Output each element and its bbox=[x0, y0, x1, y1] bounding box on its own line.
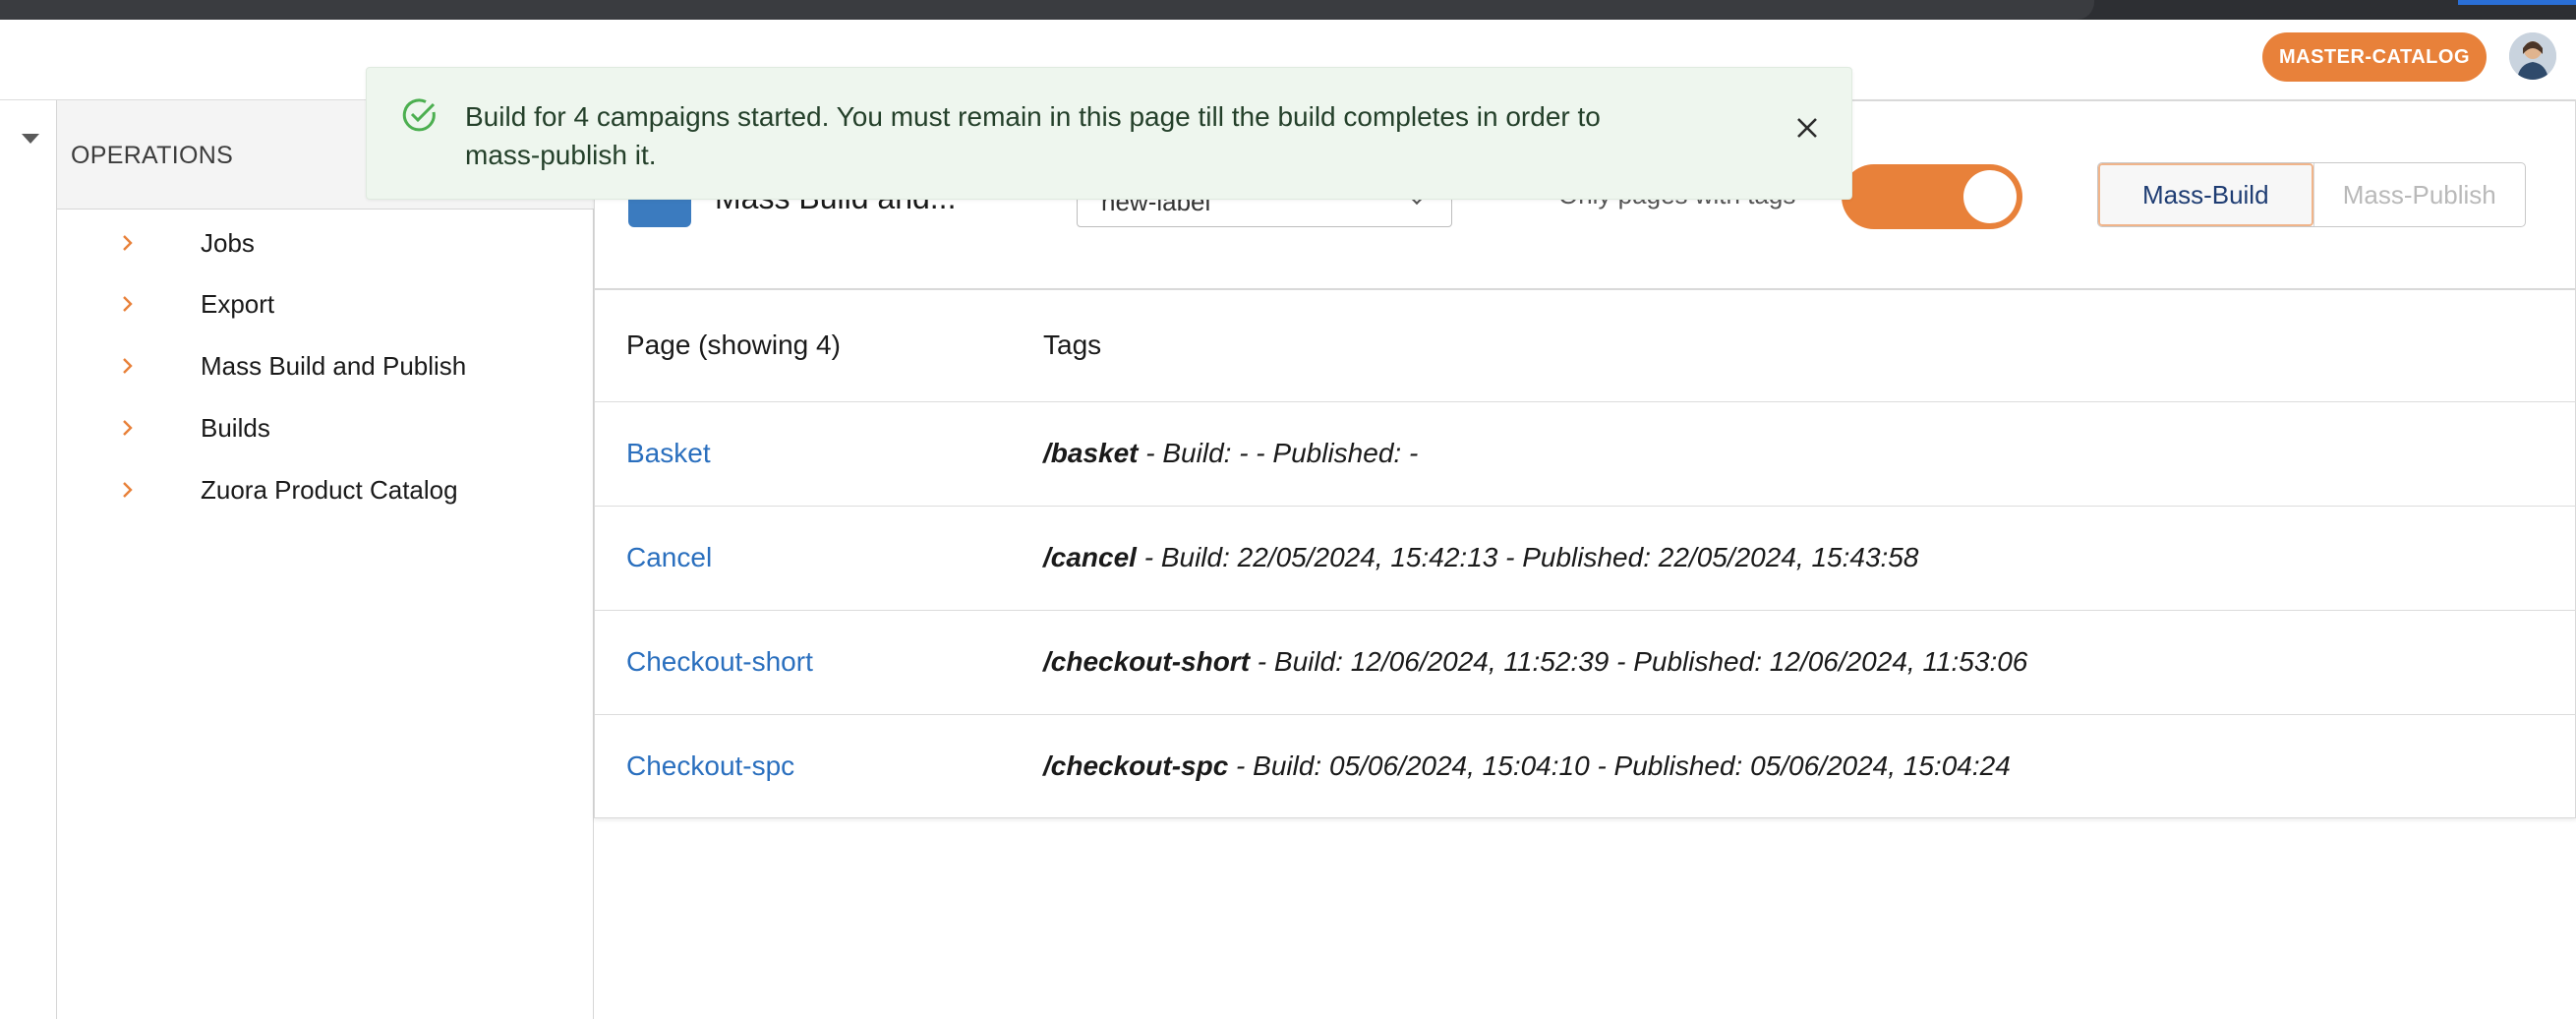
check-circle-icon bbox=[402, 98, 436, 132]
browser-tab-edge bbox=[0, 0, 2094, 20]
sidebar-item-label: Zuora Product Catalog bbox=[201, 474, 458, 505]
sidebar-item-mass-build-and-publish[interactable]: Mass Build and Publish bbox=[57, 335, 594, 396]
tags-toggle[interactable] bbox=[1842, 164, 2022, 229]
sidebar-item-zuora-product-catalog[interactable]: Zuora Product Catalog bbox=[57, 459, 594, 520]
sidebar-rail bbox=[0, 100, 57, 1019]
sidebar-item-label: Mass Build and Publish bbox=[201, 350, 467, 381]
tags-cell: /cancel - Build: 22/05/2024, 15:42:13 - … bbox=[1043, 542, 1918, 573]
collapse-caret-icon[interactable] bbox=[22, 134, 39, 144]
tags-cell: /basket - Build: - - Published: - bbox=[1043, 438, 1418, 469]
sidebar-item-jobs[interactable]: Jobs bbox=[57, 212, 594, 273]
table-row: Checkout-spc /checkout-spc - Build: 05/0… bbox=[595, 715, 2576, 819]
sidebar-item-builds[interactable]: Builds bbox=[57, 397, 594, 458]
chevron-right-icon bbox=[123, 482, 133, 498]
catalog-badge[interactable]: MASTER-CATALOG bbox=[2262, 32, 2487, 82]
page-slug: /checkout-spc bbox=[1043, 750, 1229, 781]
tags-cell: /checkout-short - Build: 12/06/2024, 11:… bbox=[1043, 646, 2027, 678]
page-link[interactable]: Checkout-short bbox=[626, 646, 813, 678]
sidebar-item-export[interactable]: Export bbox=[57, 273, 594, 334]
column-header-tags[interactable]: Tags bbox=[1043, 330, 1101, 361]
browser-top-strip bbox=[0, 0, 2576, 20]
page-link[interactable]: Cancel bbox=[626, 542, 712, 573]
page-slug: /basket bbox=[1043, 438, 1139, 468]
tags-cell: /checkout-spc - Build: 05/06/2024, 15:04… bbox=[1043, 750, 2011, 782]
chevron-right-icon bbox=[123, 358, 133, 374]
table-row: Cancel /cancel - Build: 22/05/2024, 15:4… bbox=[595, 507, 2576, 611]
browser-accent-bar bbox=[2458, 0, 2576, 5]
chevron-right-icon bbox=[123, 296, 133, 312]
operations-title: OPERATIONS bbox=[71, 142, 234, 169]
mass-publish-button[interactable]: Mass-Publish bbox=[2313, 163, 2526, 226]
mass-build-button[interactable]: Mass-Build bbox=[2098, 163, 2313, 226]
column-header-page[interactable]: Page (showing 4) bbox=[626, 330, 841, 361]
build-publish-info: - Build: 05/06/2024, 15:04:10 - Publishe… bbox=[1228, 750, 2011, 781]
chevron-right-icon bbox=[123, 420, 133, 436]
table-header: Page (showing 4) Tags bbox=[595, 290, 2576, 402]
sidebar-item-label: Builds bbox=[201, 412, 270, 443]
toggle-knob bbox=[1963, 170, 2017, 223]
page-link[interactable]: Checkout-spc bbox=[626, 750, 794, 782]
main-content: Mass Build and... new-label Only pages w… bbox=[594, 100, 2576, 1019]
chevron-right-icon bbox=[123, 235, 133, 251]
sidebar-item-label: Export bbox=[201, 288, 275, 319]
build-publish-info: - Build: 22/05/2024, 15:42:13 - Publishe… bbox=[1136, 542, 1919, 572]
sidebar-item-label: Jobs bbox=[201, 227, 255, 258]
mode-segmented-control: Mass-Build Mass-Publish bbox=[2097, 162, 2526, 227]
user-avatar-icon[interactable] bbox=[2509, 32, 2556, 80]
success-toast: Build for 4 campaigns started. You must … bbox=[366, 67, 1852, 200]
pages-table: Page (showing 4) Tags Basket /basket - B… bbox=[594, 289, 2576, 818]
table-row: Basket /basket - Build: - - Published: - bbox=[595, 402, 2576, 507]
table-row: Checkout-short /checkout-short - Build: … bbox=[595, 611, 2576, 715]
page-slug: /checkout-short bbox=[1043, 646, 1251, 677]
build-publish-info: - Build: - - Published: - bbox=[1138, 438, 1419, 468]
sidebar: OPERATIONS Jobs Export Mass Build and Pu… bbox=[57, 100, 594, 1019]
page-slug: /cancel bbox=[1043, 542, 1137, 572]
page-link[interactable]: Basket bbox=[626, 438, 711, 469]
build-publish-info: - Build: 12/06/2024, 11:52:39 - Publishe… bbox=[1250, 646, 2028, 677]
close-icon[interactable] bbox=[1792, 113, 1822, 143]
toast-message: Build for 4 campaigns started. You must … bbox=[465, 101, 1601, 170]
